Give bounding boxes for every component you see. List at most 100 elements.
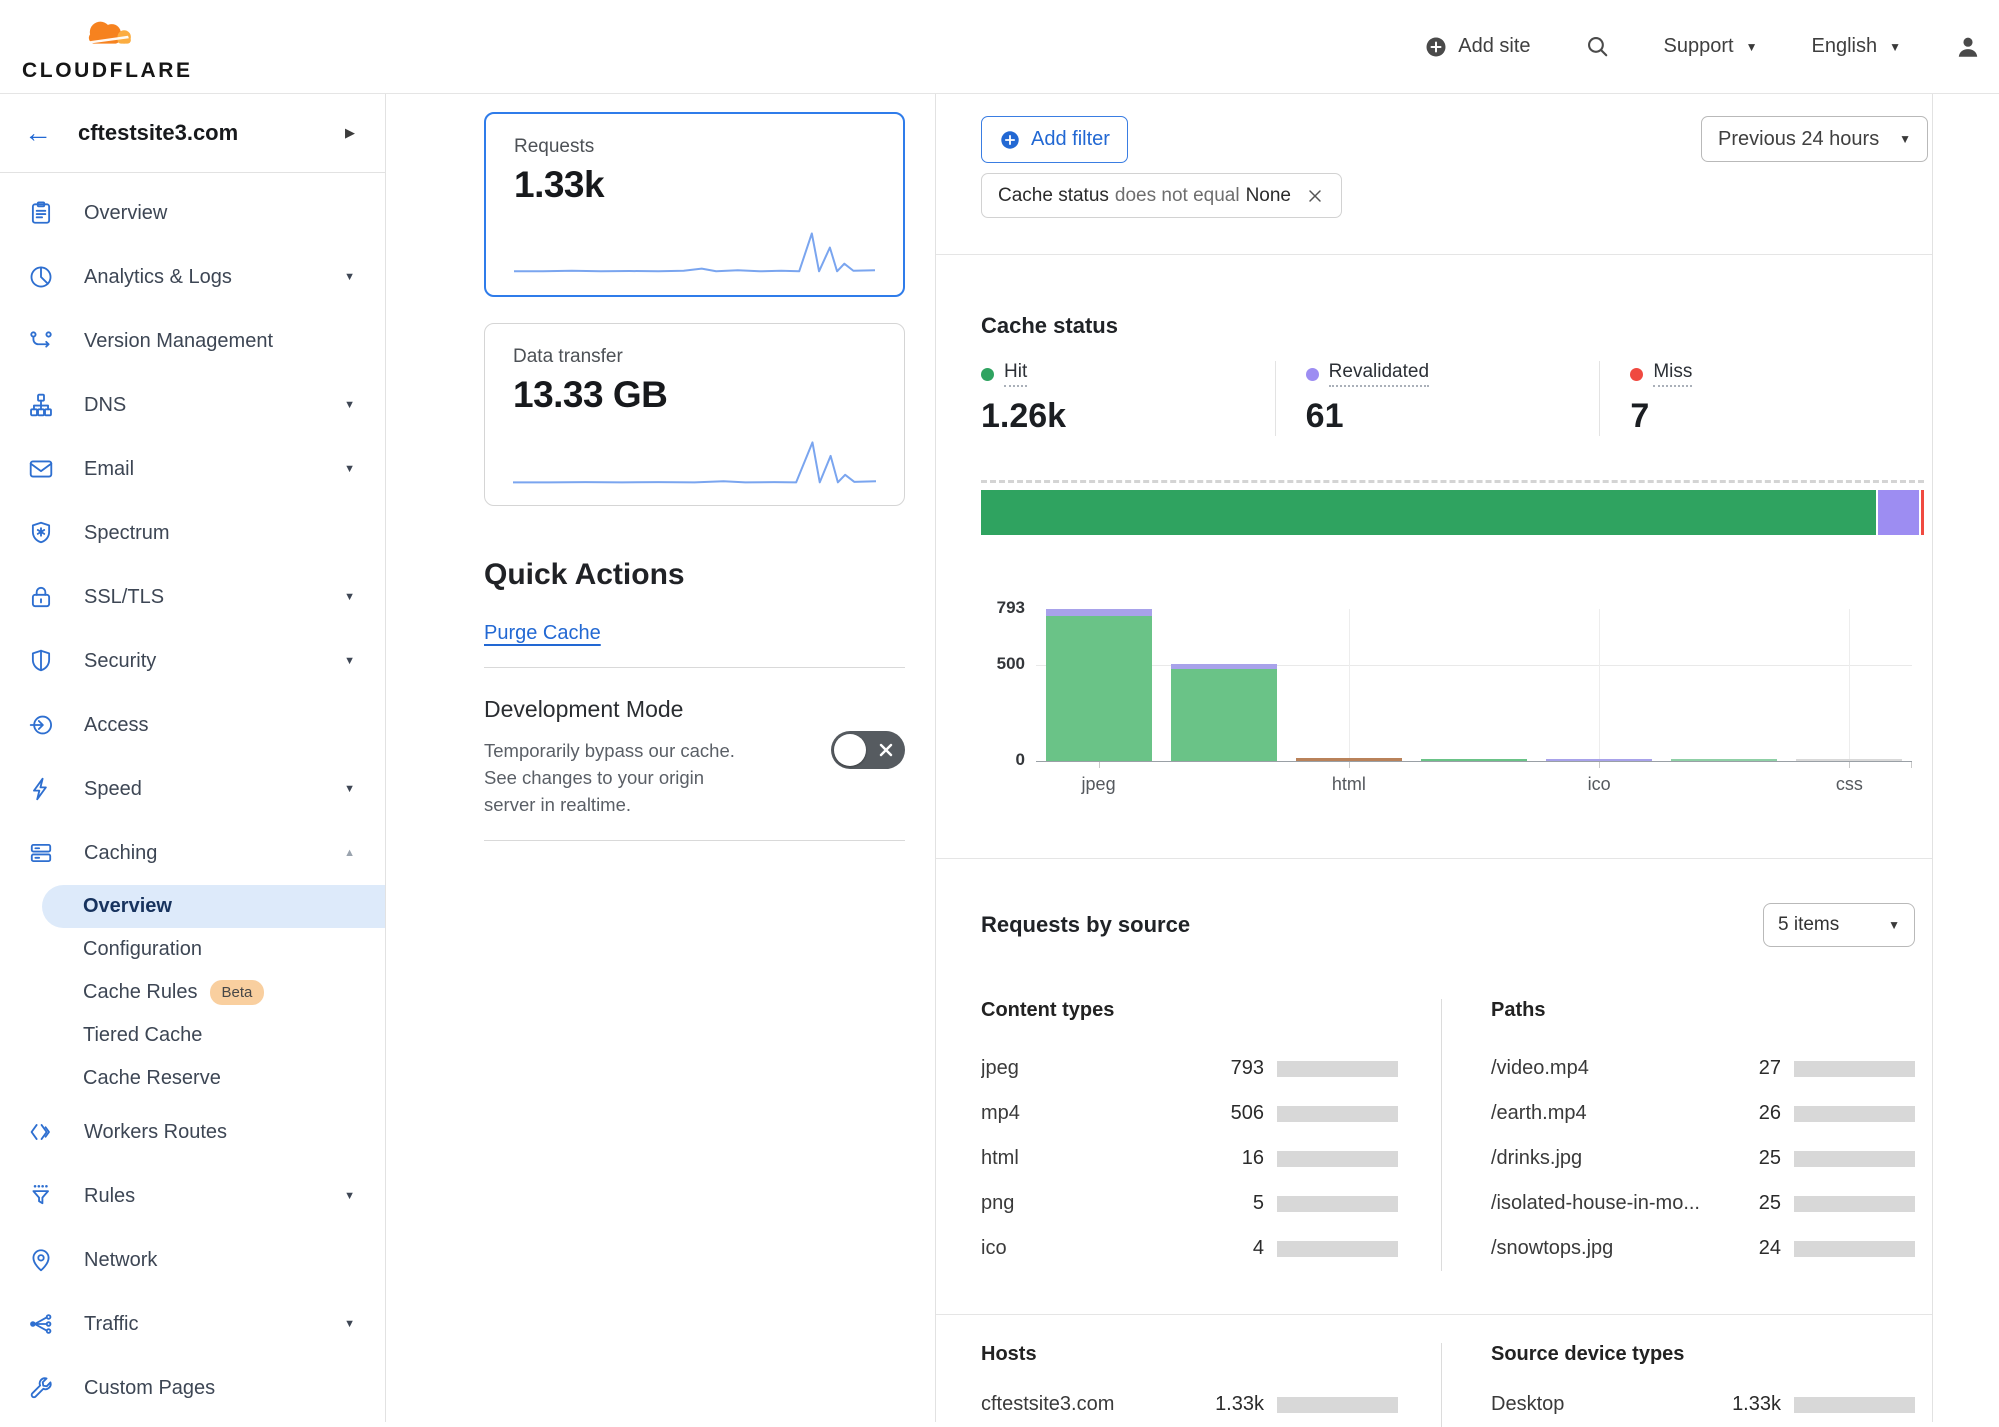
network-icon — [28, 1247, 56, 1273]
sidebar-subitem-tiered-cache[interactable]: Tiered Cache — [42, 1014, 385, 1057]
dns-icon — [28, 392, 56, 418]
chevron-down-icon: ▼ — [344, 783, 355, 795]
sidebar-item-traffic[interactable]: Traffic▼ — [0, 1292, 385, 1356]
sidebar-subitem-cache-rules[interactable]: Cache RulesBeta — [42, 971, 385, 1014]
stat-row[interactable]: /video.mp427 — [1491, 1046, 1915, 1091]
stat-row[interactable]: mp4506 — [981, 1091, 1398, 1136]
data-transfer-card[interactable]: Data transfer 13.33 GB — [484, 323, 905, 506]
stat-row[interactable]: jpeg793 — [981, 1046, 1398, 1091]
stat-row[interactable]: /snowtops.jpg24 — [1491, 1226, 1915, 1271]
site-switcher-caret-icon[interactable]: ▶ — [345, 125, 355, 141]
stat-row-value: 793 — [1194, 1057, 1264, 1080]
sidebar-item-custom-pages[interactable]: Custom Pages — [0, 1356, 385, 1420]
stat-row-label: html — [981, 1147, 1194, 1170]
stat-row[interactable]: ico4 — [981, 1226, 1398, 1271]
stat-row-label: png — [981, 1192, 1194, 1215]
chevron-down-icon: ▼ — [1889, 40, 1901, 54]
sidebar-item-security[interactable]: Security▼ — [0, 629, 385, 693]
sidebar-item-workers-routes[interactable]: Workers Routes — [0, 1100, 385, 1164]
sidebar-subitem-overview[interactable]: Overview — [42, 885, 385, 928]
chevron-up-icon: ▲ — [344, 847, 355, 859]
stat-row[interactable]: /isolated-house-in-mo...25 — [1491, 1181, 1915, 1226]
time-range-select[interactable]: Previous 24 hours ▼ — [1701, 116, 1928, 162]
sidebar-item-network[interactable]: Network — [0, 1228, 385, 1292]
speed-icon — [28, 776, 56, 802]
stat-row[interactable]: png5 — [981, 1181, 1398, 1226]
stat-row[interactable]: html16 — [981, 1136, 1398, 1181]
stat-row-value: 16 — [1194, 1147, 1264, 1170]
overview-icon — [28, 200, 56, 226]
development-mode-description: Temporarily bypass our cache. See change… — [484, 737, 760, 818]
remove-filter-icon[interactable] — [1305, 186, 1325, 206]
stat-row-bar — [1277, 1241, 1398, 1257]
sidebar-item-ssl-tls[interactable]: SSL/TLS▼ — [0, 565, 385, 629]
plus-circle-icon — [1424, 35, 1448, 59]
stat-row-value: 1.33k — [1711, 1393, 1781, 1416]
sidebar-item-email[interactable]: Email▼ — [0, 437, 385, 501]
stat-column-heading: Paths — [1491, 999, 1915, 1022]
stat-row[interactable]: /earth.mp426 — [1491, 1091, 1915, 1136]
sidebar-subitem-label: Cache Reserve — [83, 1067, 221, 1090]
stat-row[interactable]: cftestsite3.com1.33k — [981, 1382, 1398, 1427]
stat-row-bar — [1277, 1106, 1398, 1122]
search-icon — [1585, 34, 1610, 59]
filter-chip[interactable]: Cache status does not equal None — [981, 173, 1342, 218]
brand-text: CLOUDFLARE — [22, 59, 193, 83]
quick-actions-title: Quick Actions — [484, 558, 905, 592]
sidebar-item-version-management[interactable]: Version Management — [0, 309, 385, 373]
legend-revalidated[interactable]: Revalidated61 — [1275, 361, 1600, 436]
add-site-button[interactable]: Add site — [1424, 35, 1530, 59]
cloudflare-logo[interactable]: CLOUDFLARE — [22, 15, 193, 83]
sidebar-item-label: DNS — [84, 394, 126, 417]
purge-cache-link[interactable]: Purge Cache — [484, 622, 601, 645]
language-menu[interactable]: English ▼ — [1812, 35, 1902, 58]
access-icon — [28, 712, 56, 738]
stat-row-bar — [1794, 1151, 1915, 1167]
legend-miss[interactable]: Miss7 — [1599, 361, 1924, 436]
sidebar-item-spectrum[interactable]: Spectrum — [0, 501, 385, 565]
add-filter-button[interactable]: Add filter — [981, 116, 1128, 163]
sidebar-item-label: SSL/TLS — [84, 586, 164, 609]
stat-row[interactable]: /drinks.jpg25 — [1491, 1136, 1915, 1181]
sidebar-item-access[interactable]: Access — [0, 693, 385, 757]
toggle-knob — [834, 734, 866, 766]
divider — [484, 667, 905, 668]
spectrum-icon — [28, 520, 56, 546]
sidebar-item-overview[interactable]: Overview — [0, 181, 385, 245]
items-count-select[interactable]: 5 items ▼ — [1763, 903, 1915, 947]
beta-badge: Beta — [210, 980, 265, 1005]
legend-hit[interactable]: Hit1.26k — [981, 361, 1275, 436]
requests-by-source-section: Requests by source 5 items ▼ Content typ… — [936, 859, 1932, 1314]
divider — [484, 840, 905, 841]
sidebar-item-label: Rules — [84, 1185, 135, 1208]
stat-row-value: 4 — [1194, 1237, 1264, 1260]
filter-chip-field: Cache status — [998, 185, 1109, 207]
chevron-down-icon: ▼ — [344, 399, 355, 411]
user-menu[interactable] — [1955, 34, 1981, 60]
stat-row-label: /isolated-house-in-mo... — [1491, 1192, 1711, 1215]
stat-row-bar — [1794, 1241, 1915, 1257]
requests-card-value: 1.33k — [514, 164, 875, 206]
sidebar-item-analytics-logs[interactable]: Analytics & Logs▼ — [0, 245, 385, 309]
support-menu[interactable]: Support ▼ — [1664, 35, 1758, 58]
requests-card[interactable]: Requests 1.33k — [484, 112, 905, 297]
sidebar-subitem-configuration[interactable]: Configuration — [42, 928, 385, 971]
sidebar-item-rules[interactable]: Rules▼ — [0, 1164, 385, 1228]
plot-area — [1036, 609, 1912, 762]
sidebar-item-dns[interactable]: DNS ▼ — [0, 373, 385, 437]
sidebar-subitem-cache-reserve[interactable]: Cache Reserve — [42, 1057, 385, 1100]
back-arrow-icon[interactable]: ← — [24, 119, 52, 147]
data-transfer-card-label: Data transfer — [513, 346, 876, 368]
time-range-label: Previous 24 hours — [1718, 128, 1879, 151]
sidebar-item-caching[interactable]: Caching▲ — [0, 821, 385, 885]
search-button[interactable] — [1585, 34, 1610, 59]
bar-item-1 — [1171, 669, 1277, 761]
stat-column-source-device-types: Source device typesDesktop1.33k — [1441, 1343, 1915, 1427]
legend-label: Miss — [1653, 361, 1692, 387]
site-name[interactable]: cftestsite3.com — [78, 120, 238, 146]
traffic-icon — [28, 1311, 56, 1337]
development-mode-toggle[interactable] — [831, 731, 905, 769]
filter-bar: Add filter Previous 24 hours ▼ Cache sta… — [936, 94, 1932, 254]
stat-row[interactable]: Desktop1.33k — [1491, 1382, 1915, 1427]
sidebar-item-speed[interactable]: Speed▼ — [0, 757, 385, 821]
